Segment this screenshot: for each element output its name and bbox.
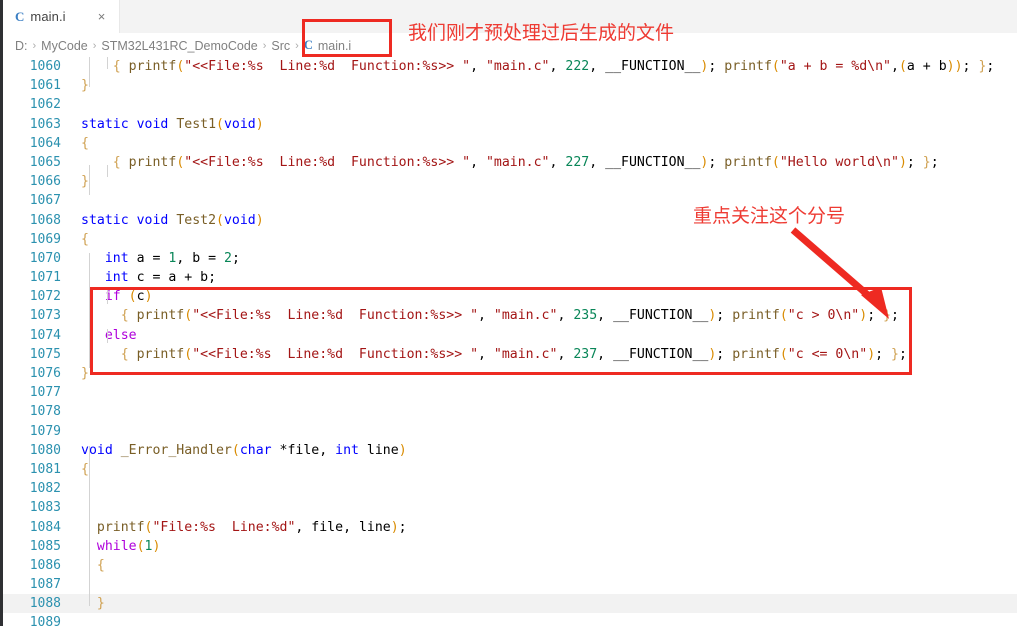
line-number: 1067 xyxy=(29,193,61,209)
code-line[interactable]: 1080 void _Error_Handler(char *file, int … xyxy=(3,441,1017,460)
line-number: 1079 xyxy=(29,423,61,439)
line-number: 1083 xyxy=(29,500,61,516)
annotation-mid-note: 重点关注这个分号 xyxy=(693,205,846,227)
line-number: 1081 xyxy=(29,461,61,477)
line-content: { xyxy=(81,461,89,477)
code-line[interactable]: 1079 xyxy=(3,422,1017,441)
chevron-right-icon: › xyxy=(295,39,299,52)
code-line[interactable]: 1060 { printf("<<File:%s Line:%d Functio… xyxy=(3,57,1017,76)
line-number: 1060 xyxy=(29,59,61,74)
code-line[interactable]: 1066} xyxy=(3,172,1017,191)
line-content: } xyxy=(81,78,89,94)
code-line[interactable]: 1064 { xyxy=(3,134,1017,153)
code-line[interactable]: 1088 } xyxy=(3,594,1017,614)
line-number: 1061 xyxy=(29,78,61,94)
line-content: void _Error_Handler(char *file, int line… xyxy=(81,442,407,458)
line-content: { printf("<<File:%s Line:%d Function:%s>… xyxy=(112,154,939,170)
code-line[interactable]: 1081 { xyxy=(3,460,1017,479)
code-line[interactable]: 1086 { xyxy=(3,556,1017,575)
code-line[interactable]: 1083 xyxy=(3,498,1017,517)
code-line[interactable]: 1089 xyxy=(3,613,1017,626)
indent-guide xyxy=(107,57,108,69)
code-line[interactable]: 1061} xyxy=(3,76,1017,95)
line-number: 1082 xyxy=(29,481,61,497)
code-line[interactable]: 1063 static void Test1(void) xyxy=(3,115,1017,134)
line-content: { xyxy=(81,135,89,151)
code-line[interactable]: 1084 printf("File:%s Line:%d", file, lin… xyxy=(3,518,1017,537)
line-number: 1065 xyxy=(29,154,61,170)
line-content: printf("File:%s Line:%d", file, line); xyxy=(96,519,407,535)
indent-guide xyxy=(107,165,108,177)
tab-label: main.i xyxy=(30,9,66,24)
code-line[interactable]: 1085 while(1) xyxy=(3,537,1017,556)
line-number: 1072 xyxy=(29,289,61,305)
line-number: 1077 xyxy=(29,385,61,401)
line-number: 1080 xyxy=(29,442,61,458)
line-number: 1071 xyxy=(29,270,61,286)
line-number: 1069 xyxy=(29,231,61,247)
line-number: 1089 xyxy=(29,615,61,626)
code-line[interactable]: 1078 xyxy=(3,402,1017,421)
line-number: 1084 xyxy=(29,519,61,535)
line-number: 1064 xyxy=(29,135,61,151)
code-line[interactable]: 1087 xyxy=(3,575,1017,594)
chevron-right-icon: › xyxy=(32,39,37,52)
line-content: { printf("<<File:%s Line:%d Function:%s>… xyxy=(112,59,995,74)
editor-window: C main.i × D: › MyCode › STM32L431RC_Dem… xyxy=(0,0,1017,626)
activity-bar-edge xyxy=(0,0,3,626)
indent-guide xyxy=(89,165,90,195)
line-content: int c = a + b; xyxy=(104,270,217,286)
line-number: 1063 xyxy=(29,116,61,132)
line-number: 1062 xyxy=(29,97,61,113)
line-content: static void Test1(void) xyxy=(81,116,264,132)
line-content: } xyxy=(96,596,105,612)
line-number: 1070 xyxy=(29,250,61,266)
annotation-arrow xyxy=(790,227,889,319)
indent-guide xyxy=(89,57,90,87)
line-number: 1086 xyxy=(29,557,61,573)
line-number: 1073 xyxy=(29,308,61,324)
line-number: 1066 xyxy=(29,174,61,190)
code-line[interactable]: 1067 xyxy=(3,191,1017,210)
code-line[interactable]: 1062 xyxy=(3,95,1017,114)
close-icon[interactable]: × xyxy=(94,9,109,24)
line-number: 1085 xyxy=(29,538,61,554)
tab-main-i[interactable]: C main.i × xyxy=(3,0,120,33)
chevron-right-icon: › xyxy=(262,39,267,52)
line-content: } xyxy=(81,174,89,190)
c-file-icon: C xyxy=(15,8,25,24)
line-number: 1075 xyxy=(29,346,61,362)
breadcrumb-item-2[interactable]: STM32L431RC_DemoCode xyxy=(101,39,257,53)
chevron-right-icon: › xyxy=(92,39,97,52)
code-line[interactable]: 1082 xyxy=(3,479,1017,498)
annotation-top-note: 我们刚才预处理过后生成的文件 xyxy=(408,22,675,44)
breadcrumb-item-1[interactable]: MyCode xyxy=(41,39,88,53)
line-content: } xyxy=(81,366,89,381)
line-number: 1068 xyxy=(29,212,61,228)
annotation-box-breadcrumb xyxy=(302,19,392,57)
line-content: { xyxy=(96,557,105,573)
line-content: while(1) xyxy=(96,538,161,554)
breadcrumb: D: › MyCode › STM32L431RC_DemoCode › Src… xyxy=(15,36,351,55)
line-content: int a = 1, b = 2; xyxy=(104,250,240,266)
line-content: { xyxy=(81,231,89,247)
line-content: static void Test2(void) xyxy=(81,212,264,228)
breadcrumb-item-0[interactable]: D: xyxy=(15,39,28,53)
code-line[interactable]: 1077 xyxy=(3,383,1017,402)
line-number: 1087 xyxy=(29,577,61,593)
breadcrumb-item-3[interactable]: Src xyxy=(271,39,290,53)
line-number: 1088 xyxy=(29,596,61,612)
line-number: 1078 xyxy=(29,404,61,420)
line-number: 1076 xyxy=(29,366,61,381)
indent-guide xyxy=(89,446,90,606)
line-number: 1074 xyxy=(29,327,61,343)
code-line[interactable]: 1065 { printf("<<File:%s Line:%d Functio… xyxy=(3,153,1017,172)
